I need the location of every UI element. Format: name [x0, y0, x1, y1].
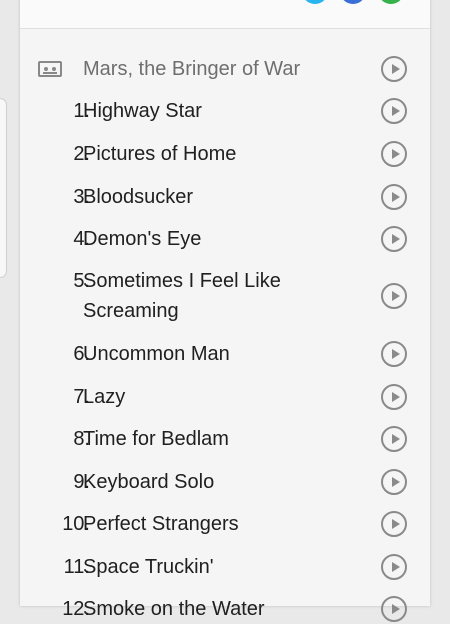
track-title: Highway Star [83, 100, 202, 122]
play-icon[interactable] [381, 511, 407, 537]
track-title: Lazy [83, 386, 126, 408]
track-row[interactable]: 1. Highway Star [20, 96, 430, 126]
track-title: Keyboard Solo [83, 471, 215, 493]
whatsapp-share-icon[interactable] [378, 0, 404, 4]
track-row[interactable]: 11. Space Truckin' [20, 552, 430, 582]
track-row[interactable]: 9. Keyboard Solo [20, 467, 430, 497]
play-icon[interactable] [381, 283, 407, 309]
track-row[interactable]: 7. Lazy [20, 382, 430, 412]
cassette-icon [38, 61, 62, 77]
track-row[interactable]: 3. Bloodsucker [20, 182, 430, 212]
play-icon[interactable] [381, 226, 407, 252]
album-row[interactable]: Mars, the Bringer of War [20, 54, 430, 84]
track-title: Bloodsucker [83, 186, 194, 208]
album-title: Mars, the Bringer of War [83, 58, 301, 80]
track-row[interactable]: 5. Sometimes I Feel Like Screaming [20, 266, 430, 326]
share-bar [20, 0, 430, 29]
play-icon[interactable] [381, 384, 407, 410]
track-row[interactable]: 2. Pictures of Home [20, 139, 430, 169]
play-icon[interactable] [381, 426, 407, 452]
track-title: Smoke on the Water [83, 598, 265, 620]
track-title: Pictures of Home [83, 143, 237, 165]
twitter-share-icon[interactable] [302, 0, 328, 4]
facebook-share-icon[interactable] [340, 0, 366, 4]
track-row[interactable]: 8. Time for Bedlam [20, 424, 430, 454]
play-icon[interactable] [381, 341, 407, 367]
track-title: Demon's Eye [83, 228, 202, 250]
track-row[interactable]: 4. Demon's Eye [20, 224, 430, 254]
track-title: Sometimes I Feel Like Screaming [83, 270, 281, 322]
track-title: Uncommon Man [83, 343, 230, 365]
background-card-edge [0, 98, 7, 278]
play-icon[interactable] [381, 98, 407, 124]
play-icon[interactable] [381, 469, 407, 495]
play-icon[interactable] [381, 141, 407, 167]
track-row[interactable]: 10. Perfect Strangers [20, 509, 430, 539]
play-icon[interactable] [381, 554, 407, 580]
track-row[interactable]: 6. Uncommon Man [20, 339, 430, 369]
track-title: Perfect Strangers [83, 513, 239, 535]
tracklist-card: Mars, the Bringer of War 1. Highway Star… [20, 0, 430, 622]
play-icon[interactable] [381, 56, 407, 82]
play-icon[interactable] [381, 184, 407, 210]
track-title: Time for Bedlam [83, 428, 229, 450]
track-title: Space Truckin' [83, 556, 214, 578]
track-row[interactable]: 12. Smoke on the Water [20, 594, 430, 624]
